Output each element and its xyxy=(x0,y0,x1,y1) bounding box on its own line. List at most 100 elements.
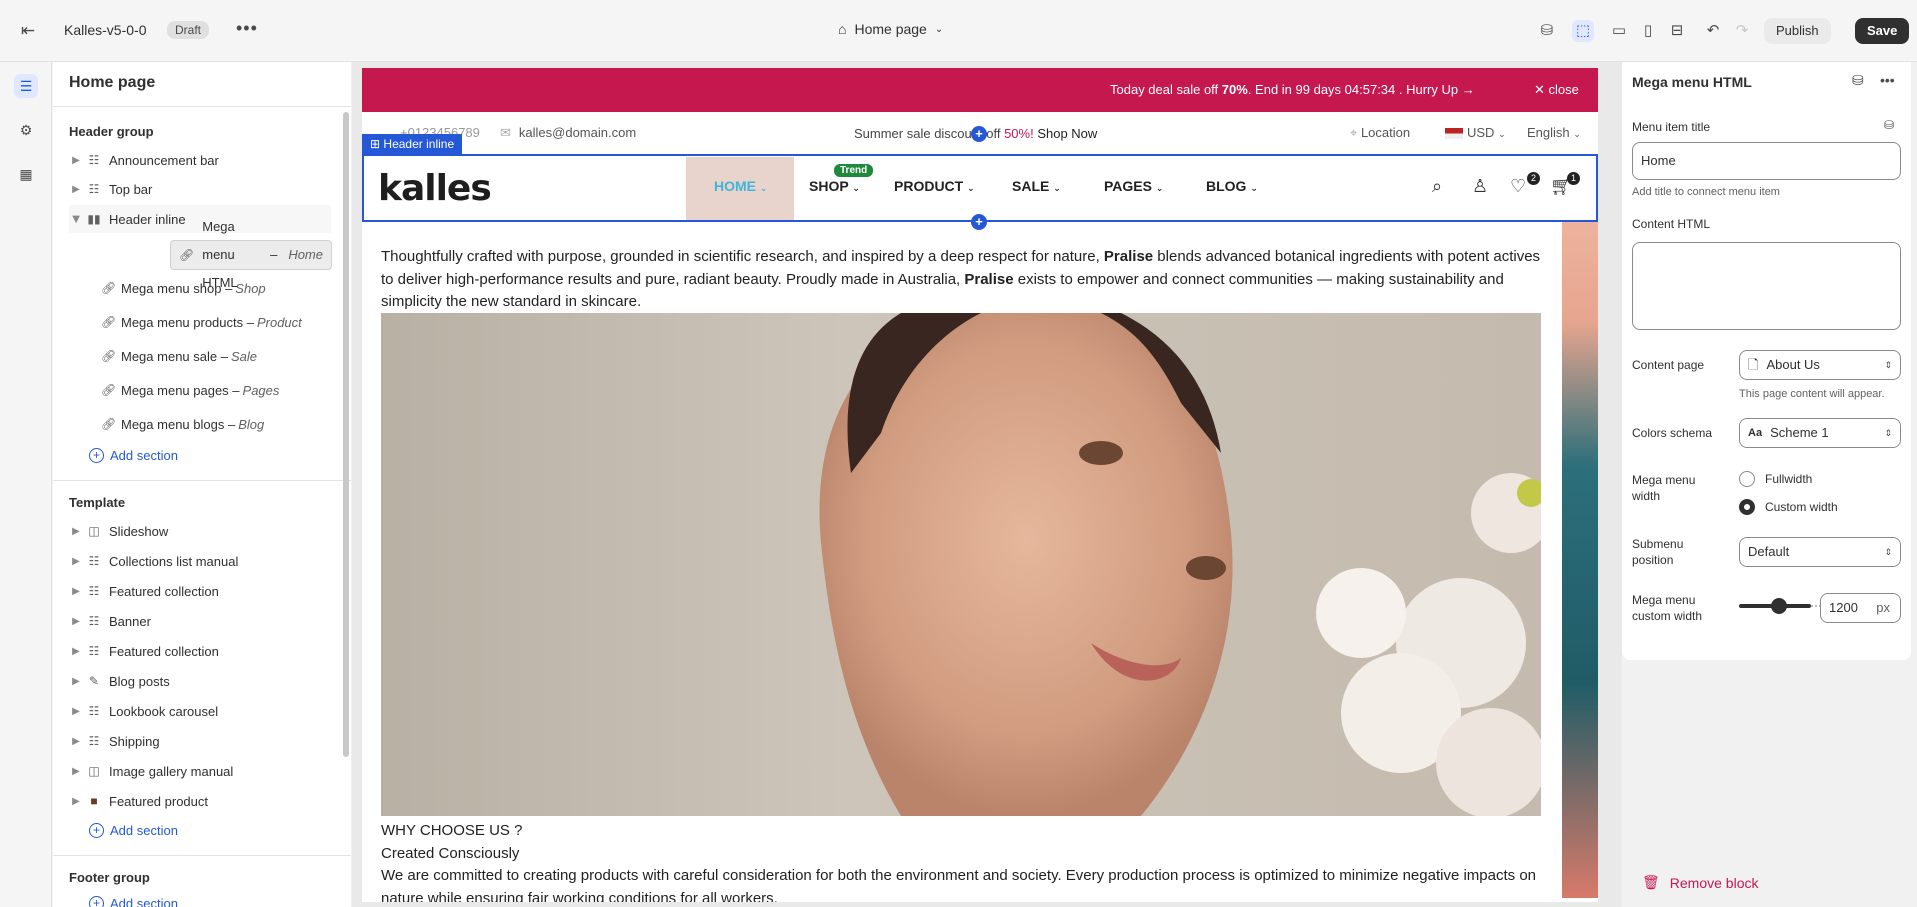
content-page-label: Content page xyxy=(1632,358,1705,372)
language-selector[interactable]: English ⌄ xyxy=(1527,125,1581,140)
colors-schema-select[interactable]: Aa Scheme 1 ⇕ xyxy=(1739,418,1901,448)
chevron-right-icon[interactable]: ▶ xyxy=(69,676,83,687)
header-inline[interactable]: kalles HOME ⌄ Trend SHOP ⌄ PRODUCT ⌄ SAL… xyxy=(362,154,1598,222)
search-icon[interactable]: ⌕ xyxy=(1432,176,1442,197)
exit-icon[interactable]: ⇤ xyxy=(16,19,40,43)
nav-home[interactable]: HOME ⌄ xyxy=(714,178,767,194)
currency-selector[interactable]: USD ⌄ xyxy=(1445,125,1506,140)
chevron-down-icon[interactable]: ▶ xyxy=(71,212,82,226)
section-slideshow[interactable]: ▶ ◫ Slideshow xyxy=(69,517,331,545)
block-mega-menu-products[interactable]: 🔗︎ Mega menu products – Product xyxy=(81,308,326,336)
add-section-above-icon[interactable]: + xyxy=(971,126,987,142)
link-icon: 🔗︎ xyxy=(101,349,117,363)
announcement-bar[interactable]: Today deal sale off 70%. End in 99 days … xyxy=(362,68,1598,112)
database-icon[interactable]: ⛁ xyxy=(1852,72,1864,89)
announcement-close-button[interactable]: ✕ close xyxy=(1534,82,1579,98)
publish-button[interactable]: Publish xyxy=(1764,18,1831,44)
settings-icon[interactable]: ⚙ xyxy=(14,118,38,142)
block-mega-menu-sale[interactable]: 🔗︎ Mega menu sale – Sale xyxy=(81,342,326,370)
section-announcement-bar[interactable]: ▶ ☷ Announcement bar xyxy=(69,146,331,174)
panel-title: Mega menu HTML xyxy=(1632,74,1752,90)
nav-sale[interactable]: SALE ⌄ xyxy=(1012,178,1061,194)
announcement-text[interactable]: Today deal sale off 70%. End in 99 days … xyxy=(1110,82,1475,97)
chevron-right-icon[interactable]: ▶ xyxy=(69,766,83,777)
inspector-icon[interactable]: ⬚ xyxy=(1572,20,1594,42)
add-section-header[interactable]: + Add section xyxy=(89,448,178,463)
redo-icon[interactable]: ↷ xyxy=(1731,20,1753,42)
nav-shop[interactable]: SHOP ⌄ xyxy=(809,178,860,194)
wishlist-count: 2 xyxy=(1527,172,1540,185)
chevron-down-icon: ⌄ xyxy=(852,183,860,193)
content-html-textarea[interactable] xyxy=(1632,242,1901,330)
database-icon[interactable]: ⛁ xyxy=(1536,20,1558,42)
chevron-right-icon[interactable]: ▶ xyxy=(69,706,83,717)
slider-handle[interactable] xyxy=(1771,598,1787,614)
custom-width-input[interactable]: 1200 px xyxy=(1820,593,1901,623)
store-logo[interactable]: kalles xyxy=(378,168,492,209)
chevron-right-icon[interactable]: ▶ xyxy=(69,586,83,597)
section-lookbook-carousel[interactable]: ▶ ☷ Lookbook carousel xyxy=(69,697,331,725)
page-selector-label: Home page xyxy=(854,21,927,37)
chevron-right-icon[interactable]: ▶ xyxy=(69,556,83,567)
content-page-select[interactable]: 🗋︎ About Us ⇕ xyxy=(1739,350,1901,380)
selected-section-label[interactable]: ⊞ Header inline xyxy=(362,134,463,154)
section-blog-posts[interactable]: ▶ ✎ Blog posts xyxy=(69,667,331,695)
add-section-template[interactable]: + Add section xyxy=(89,823,178,838)
chevron-right-icon[interactable]: ▶ xyxy=(69,646,83,657)
chevron-right-icon[interactable]: ▶ xyxy=(69,184,83,195)
desktop-icon[interactable]: ▭ xyxy=(1608,20,1630,42)
dynamic-source-icon[interactable]: ⛁ xyxy=(1884,118,1894,132)
add-section-below-icon[interactable]: + xyxy=(971,214,987,230)
remove-block-button[interactable]: 🗑︎ Remove block xyxy=(1642,874,1758,891)
nav-pages[interactable]: PAGES ⌄ xyxy=(1104,178,1163,194)
location-link[interactable]: ⌖ Location xyxy=(1350,125,1410,141)
section-featured-collection-2[interactable]: ▶ ☷ Featured collection xyxy=(69,637,331,665)
submenu-position-select[interactable]: Default ⇕ xyxy=(1739,537,1901,567)
nav-blog[interactable]: BLOG ⌄ xyxy=(1206,178,1258,194)
undo-icon[interactable]: ↶ xyxy=(1702,20,1724,42)
chevron-right-icon[interactable]: ▶ xyxy=(69,736,83,747)
menu-item-title-input[interactable]: Home xyxy=(1632,142,1901,180)
chevron-right-icon[interactable]: ▶ xyxy=(69,796,83,807)
sidebar-scrollbar[interactable] xyxy=(343,112,349,757)
block-mega-menu-pages[interactable]: 🔗︎ Mega menu pages – Pages xyxy=(81,376,326,404)
section-featured-product[interactable]: ▶ ■ Featured product xyxy=(69,787,331,815)
colors-schema-label: Colors schema xyxy=(1632,426,1713,440)
account-icon[interactable]: ♙ xyxy=(1472,176,1488,197)
link-icon: 🔗︎ xyxy=(101,281,117,295)
add-section-footer[interactable]: + Add section xyxy=(89,896,178,907)
mega-menu-width-label: Mega menu width xyxy=(1632,473,1696,503)
block-mega-menu-blogs[interactable]: 🔗︎ Mega menu blogs – Blog xyxy=(81,410,326,438)
apps-icon[interactable]: ▦ xyxy=(14,162,38,186)
chevron-right-icon[interactable]: ▶ xyxy=(69,155,83,166)
left-rail: ☰ ⚙ ▦ xyxy=(0,62,52,907)
nav-product[interactable]: PRODUCT ⌄ xyxy=(894,178,975,194)
save-button[interactable]: Save xyxy=(1855,18,1910,44)
chevron-down-icon: ⌄ xyxy=(1053,183,1061,193)
custom-width-slider[interactable] xyxy=(1739,598,1829,614)
section-top-bar[interactable]: ▶ ☷ Top bar xyxy=(69,175,331,203)
section-header-inline[interactable]: ▶ ▮▮ Header inline xyxy=(69,205,331,233)
block-mega-menu-shop[interactable]: 🔗︎ Mega menu shop – Shop xyxy=(81,274,326,302)
block-mega-menu-html[interactable]: 🔗︎ Mega menu HTML – Home xyxy=(170,219,332,290)
wishlist-icon[interactable]: ♡ xyxy=(1510,176,1526,197)
section-shipping[interactable]: ▶ ☷ Shipping xyxy=(69,727,331,755)
email-link[interactable]: ✉ kalles@domain.com xyxy=(500,125,636,141)
page-selector[interactable]: ⌂ Home page ⌄ xyxy=(838,21,943,37)
link-icon: 🔗︎ xyxy=(101,383,117,397)
section-banner[interactable]: ▶ ☷ Banner xyxy=(69,607,331,635)
width-option-custom[interactable]: Custom width xyxy=(1739,499,1838,515)
sections-icon[interactable]: ☰ xyxy=(14,74,38,98)
mobile-icon[interactable]: ▯ xyxy=(1637,20,1659,42)
preview-canvas: Today deal sale off 70%. End in 99 days … xyxy=(352,62,1622,907)
chevron-right-icon[interactable]: ▶ xyxy=(69,616,83,627)
chevron-right-icon[interactable]: ▶ xyxy=(69,526,83,537)
more-actions-icon[interactable]: ••• xyxy=(236,18,258,39)
fullscreen-icon[interactable]: ⊟ xyxy=(1666,20,1688,42)
section-image-gallery-manual[interactable]: ▶ ◫ Image gallery manual xyxy=(69,757,331,785)
trash-icon: 🗑︎ xyxy=(1642,874,1660,890)
section-featured-collection[interactable]: ▶ ☷ Featured collection xyxy=(69,577,331,605)
width-option-fullwidth[interactable]: Fullwidth xyxy=(1739,471,1812,487)
section-collections-list-manual[interactable]: ▶ ☷ Collections list manual xyxy=(69,547,331,575)
more-options-icon[interactable]: ••• xyxy=(1880,72,1895,88)
